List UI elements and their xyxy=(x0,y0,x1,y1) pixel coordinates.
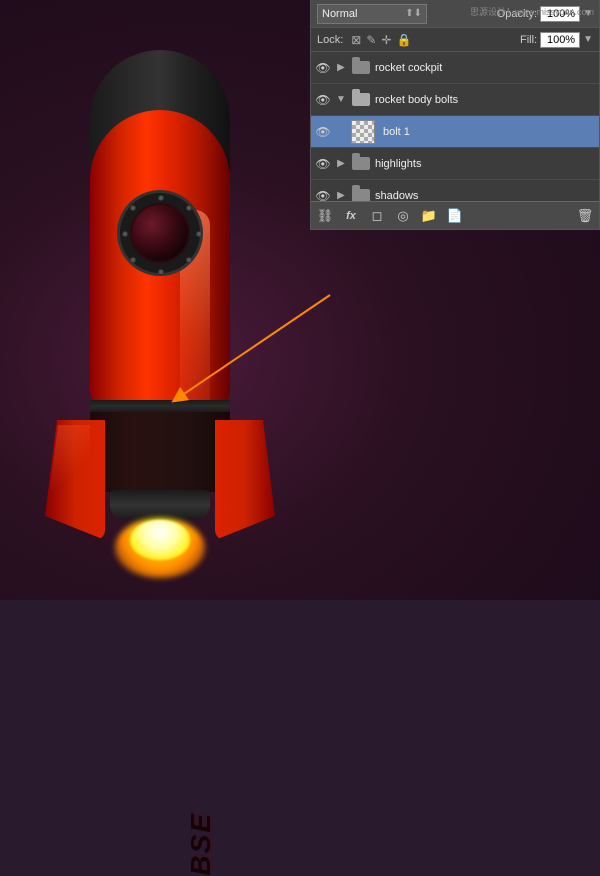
lock-label: Lock: xyxy=(317,34,343,46)
porthole-bolt xyxy=(196,231,202,237)
porthole-bolt xyxy=(158,195,164,201)
visibility-icon[interactable]: 👁 xyxy=(315,156,331,172)
body-band-top xyxy=(90,400,230,412)
layer-name: rocket body bolts xyxy=(375,94,595,106)
blend-mode-arrows: ⬆⬇ xyxy=(405,8,422,19)
adjustment-icon[interactable]: ◎ xyxy=(393,206,413,226)
expand-icon[interactable]: ▼ xyxy=(335,94,347,106)
porthole-bolt xyxy=(130,205,136,211)
folder-icon xyxy=(351,156,371,172)
porthole-outer xyxy=(117,190,203,276)
panel-topbar: Normal ⬆⬇ 思源设计！www.missyuan.com Opacity:… xyxy=(311,0,599,28)
rocket: BSE xyxy=(30,30,310,590)
layer-thumbnail xyxy=(351,120,375,144)
lock-position-icon[interactable]: ✎ xyxy=(366,33,376,47)
watermark: 思源设计！www.missyuan.com xyxy=(470,5,594,18)
layer-row[interactable]: 👁 ▶ rocket cockpit xyxy=(311,52,599,84)
layer-name: shadows xyxy=(375,190,595,202)
flame-inner xyxy=(130,520,190,560)
porthole-bolt xyxy=(158,269,164,275)
folder-open-shape xyxy=(352,93,370,106)
folder-icon xyxy=(351,92,371,108)
trash-icon[interactable]: 🗑 xyxy=(575,206,595,226)
layer-row[interactable]: 👁 ▶ highlights xyxy=(311,148,599,180)
expand-icon[interactable]: ▶ xyxy=(335,190,347,202)
folder-icon xyxy=(351,60,371,76)
new-folder-icon[interactable]: 📁 xyxy=(419,206,439,226)
visibility-icon[interactable]: 👁 xyxy=(315,124,331,140)
expand-spacer xyxy=(335,126,347,138)
fill-label: Fill: xyxy=(520,34,537,46)
expand-icon[interactable]: ▶ xyxy=(335,158,347,170)
panel-toolbar: ⛓ fx ◻ ◎ 📁 📄 🗑 xyxy=(311,201,599,229)
layer-row[interactable]: 👁 ▼ rocket body bolts xyxy=(311,84,599,116)
rocket-text: BSE xyxy=(185,812,217,876)
layer-name: rocket cockpit xyxy=(375,62,595,74)
mask-icon[interactable]: ◻ xyxy=(367,206,387,226)
folder-shape xyxy=(352,61,370,74)
thumb-checker-pattern xyxy=(352,121,374,143)
blend-mode-value: Normal xyxy=(322,8,357,20)
layers-list: 👁 ▶ rocket cockpit 👁 ▼ rocket body bolts… xyxy=(311,52,599,212)
engine-nozzle xyxy=(110,490,210,520)
porthole-bolt xyxy=(122,231,128,237)
fill-arrow: ▼ xyxy=(583,34,593,45)
lock-row: Lock: ⊠ ✎ ✛ 🔒 Fill: 100% ▼ xyxy=(311,28,599,52)
blend-mode-select[interactable]: Normal ⬆⬇ xyxy=(317,4,427,24)
porthole-glass xyxy=(130,203,190,263)
layer-name: bolt 1 xyxy=(379,126,595,138)
lock-move-icon[interactable]: ✛ xyxy=(381,33,391,47)
fin-right xyxy=(215,420,275,540)
porthole-bolt xyxy=(130,257,136,263)
rocket-lower: BSE xyxy=(90,412,230,492)
visibility-icon[interactable]: 👁 xyxy=(315,92,331,108)
visibility-icon[interactable]: 👁 xyxy=(315,60,331,76)
porthole-bolt xyxy=(186,205,192,211)
layers-panel: Normal ⬆⬇ 思源设计！www.missyuan.com Opacity:… xyxy=(310,0,600,230)
folder-shape xyxy=(352,157,370,170)
fill-input[interactable]: 100% xyxy=(540,32,580,48)
expand-icon[interactable]: ▶ xyxy=(335,62,347,74)
porthole-bolt xyxy=(186,257,192,263)
lock-pixels-icon[interactable]: ⊠ xyxy=(351,33,361,47)
fill-area: Fill: 100% ▼ xyxy=(520,32,593,48)
link-icon[interactable]: ⛓ xyxy=(315,206,335,226)
layer-name: highlights xyxy=(375,158,595,170)
lock-all-icon[interactable]: 🔒 xyxy=(396,33,411,47)
new-layer-icon[interactable]: 📄 xyxy=(445,206,465,226)
layer-row-selected[interactable]: 👁 bolt 1 xyxy=(311,116,599,148)
fx-icon[interactable]: fx xyxy=(341,206,361,226)
